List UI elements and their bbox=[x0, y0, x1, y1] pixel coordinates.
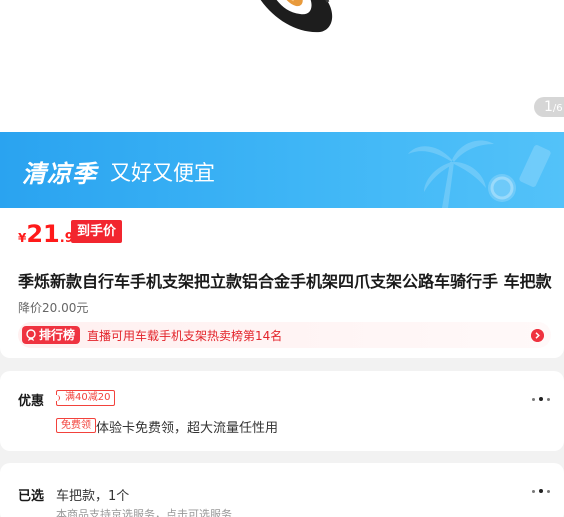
image-page-indicator: 1/6 bbox=[534, 97, 564, 117]
banner-slogan: 又好又便宜 bbox=[110, 161, 215, 185]
free-claim-text[interactable]: 体验卡免费领，超大流量任性用 bbox=[96, 417, 278, 436]
coupon-badge[interactable]: 满40减20 bbox=[53, 390, 116, 406]
selected-value[interactable]: 车把款，1个 bbox=[56, 485, 129, 504]
price-integer: 21 bbox=[26, 220, 60, 248]
ranking-bar[interactable]: 排行榜 直播可用车载手机支架热卖榜第14名 bbox=[18, 322, 551, 348]
product-info-card: ¥21.90 到手价 季烁新款自行车手机支架把立款铝合金手机架四爪支架公路车骑行… bbox=[0, 208, 564, 358]
promotions-label: 优惠 bbox=[18, 394, 45, 409]
product-image[interactable] bbox=[232, 0, 342, 44]
chevron-right-icon[interactable] bbox=[531, 329, 544, 342]
ranking-text: 直播可用车载手机支架热卖榜第14名 bbox=[87, 329, 283, 343]
more-dots-icon[interactable] bbox=[532, 396, 550, 402]
free-claim-tag: 免费领 bbox=[56, 418, 96, 433]
product-image-gallery[interactable]: 1/6 bbox=[0, 0, 564, 132]
selected-label: 已选 bbox=[18, 489, 45, 504]
product-title: 季烁新款自行车手机支架把立款铝合金手机架四爪支架公路车骑行手 车把款 bbox=[18, 272, 552, 291]
page-current: 1 bbox=[544, 99, 553, 115]
trophy-icon bbox=[26, 329, 36, 341]
selected-options-card[interactable]: 已选 车把款，1个 本商品支持京选服务，点击可选服务 bbox=[0, 463, 564, 517]
price-drop-text: 降价20.00元 bbox=[18, 301, 89, 315]
banner-logo: 清凉季 bbox=[22, 160, 97, 188]
promotions-card[interactable]: 优惠 满40减20 免费领 体验卡免费领，超大流量任性用 bbox=[0, 371, 564, 451]
page-total: 6 bbox=[556, 103, 563, 114]
final-price-tag: 到手价 bbox=[71, 220, 123, 243]
service-note: 本商品支持京选服务，点击可选服务 bbox=[56, 508, 232, 517]
more-dots-icon[interactable] bbox=[532, 488, 550, 494]
ranking-badge: 排行榜 bbox=[22, 326, 81, 344]
promo-banner[interactable]: 清凉季 又好又便宜 bbox=[0, 132, 564, 208]
palm-tree-decoration bbox=[408, 140, 551, 208]
ranking-badge-label: 排行榜 bbox=[39, 328, 76, 342]
